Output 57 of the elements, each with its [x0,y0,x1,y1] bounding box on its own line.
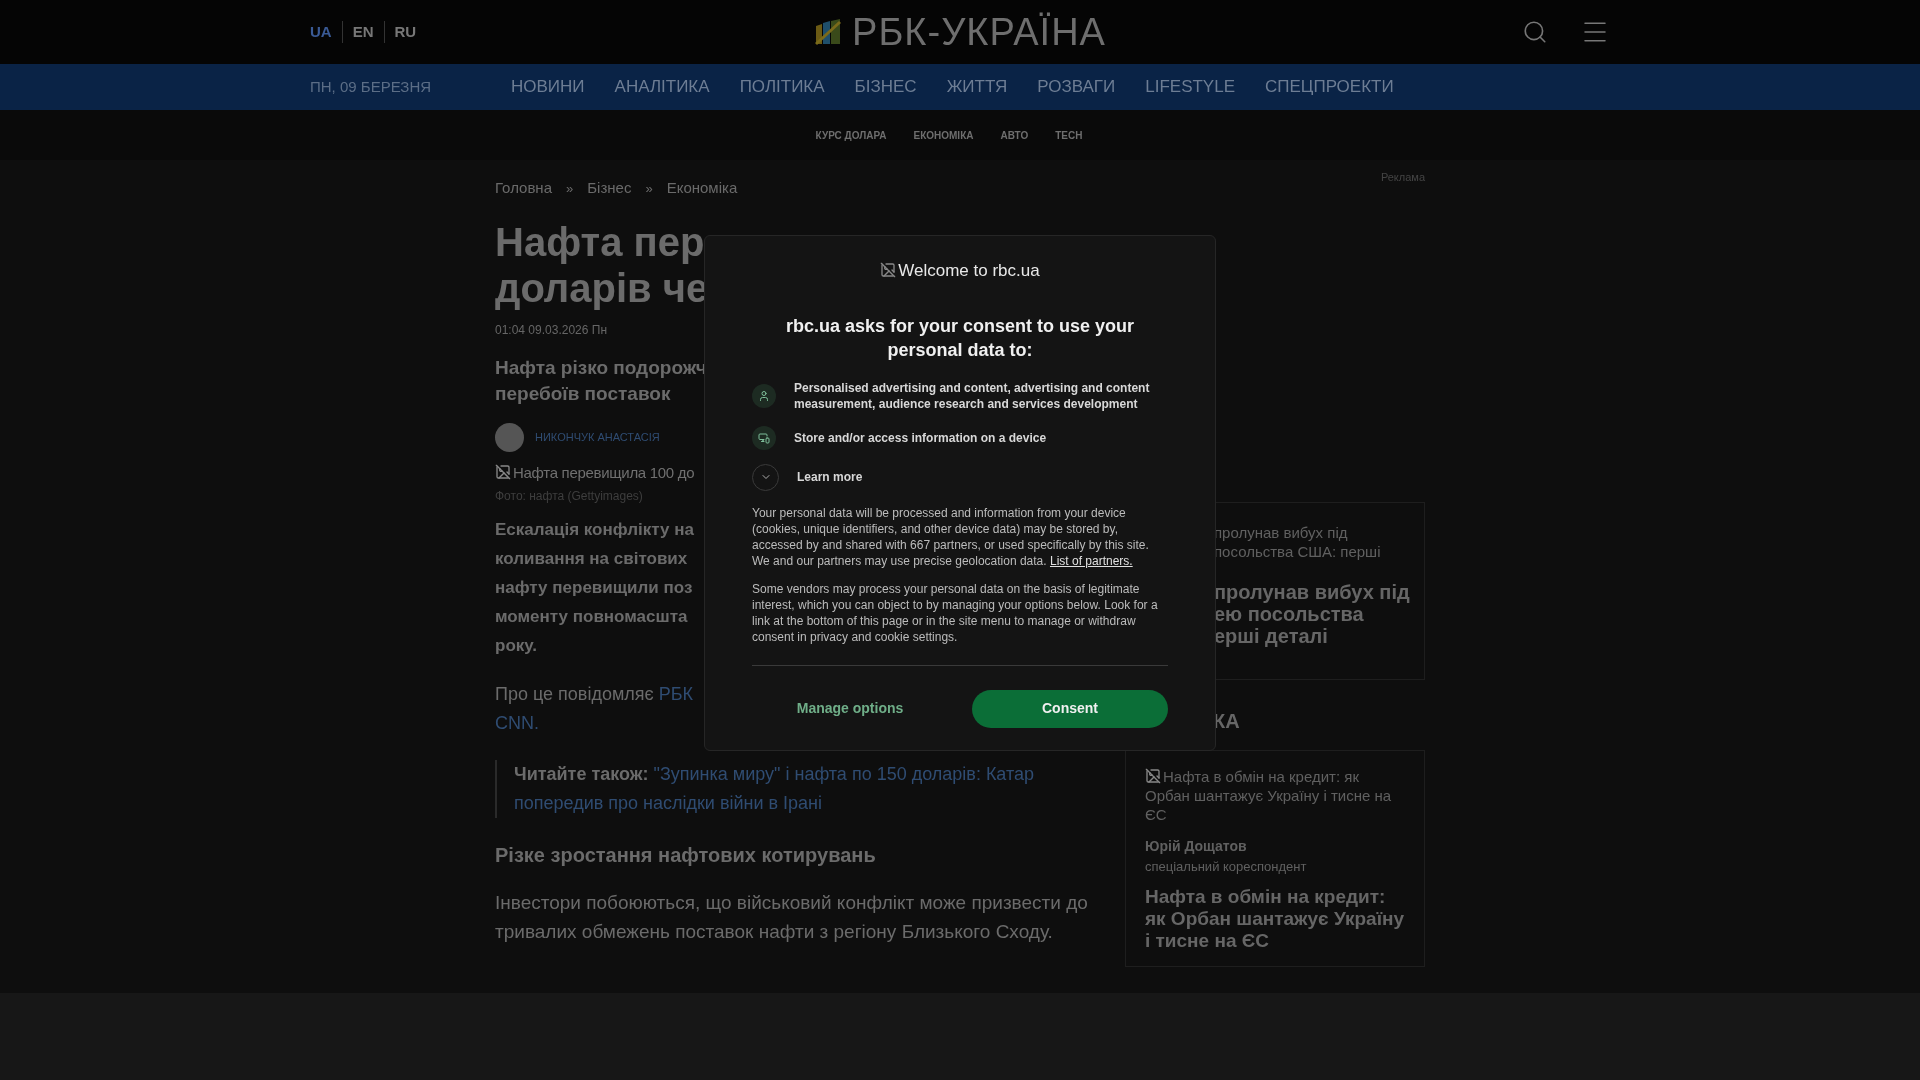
search-icon[interactable] [1522,19,1548,45]
lead-paragraph: Ескалація конфлікту на коливання на світових нафту перевищили поз моменту повномасшта року. [495,518,694,657]
image-alt-text: Нафта перевищила 100 до [495,462,695,485]
subnav-link[interactable]: КУРС ДОЛАРА [815,127,887,143]
purpose-text: Personalised advertising and content, advertising and content measurement, audience research and services development [794,379,1151,412]
source-link[interactable]: CNN. [495,708,539,738]
nav-link[interactable]: АНАЛІТИКА [614,74,710,100]
breadcrumb-separator: » [566,179,574,198]
breadcrumb-link[interactable]: Бізнес [587,177,632,200]
dialog-logo-alt: Welcome to rbc.ua [880,258,1040,284]
subnav-link[interactable]: АВТО [1000,127,1029,143]
subnav-link[interactable]: ЕКОНОМІКА [913,127,974,143]
subnav-link[interactable]: TECH [1055,127,1083,143]
breadcrumb-link[interactable]: Економіка [666,177,738,200]
card-title: пролунав вибух під ею посольства ерші деталі [1214,580,1410,647]
nav-link[interactable]: LIFESTYLE [1145,74,1235,100]
date-label: ПН, 09 БЕРЕЗНЯ [310,76,433,97]
broken-image-icon [880,262,897,278]
breadcrumb-link[interactable]: Головна [495,177,552,200]
site-logo[interactable]: РБК-УКРАЇНА [852,13,1106,51]
language-link[interactable]: UA [310,20,342,44]
article-subtitle: Нафта різко подорожч перебоїв поставок [495,356,707,406]
devices-icon [752,425,776,450]
consent-button[interactable]: Consent [972,689,1168,728]
card-title: Нафта в обмін на кредит: як Орбан шантажує Україну і тисне на ЄС [1145,886,1405,952]
news-card[interactable]: Нафта в обмін на кредит: як Орбан шантажує Україну і тисне на ЄС Юрій Дощатов спеціальний кореспондент Нафта в обмін на кредит: як Орбан шантажує Україну і тисне на ЄС [1125,749,1425,967]
read-also-link[interactable]: попередив про наслідки війни в Ірані [514,788,823,818]
broken-image-icon [495,464,511,480]
body-paragraph: Інвестори побоюються, що військовий конфлікт може призвести до тривалих обмежень поставок нафти з регіону Близького Сходу. [495,890,1089,944]
author-avatar [495,423,524,452]
source-link[interactable]: РБК [658,679,694,709]
nav-link[interactable]: СПЕЦПРОЕКТИ [1265,74,1394,100]
image-alt-text: пролунав вибух під посольства США: перші [1214,522,1381,561]
nav-link[interactable]: ЖИТТЯ [946,74,1008,100]
breadcrumb-separator: » [645,179,653,198]
manage-options-button[interactable]: Manage options [752,689,948,728]
dialog-heading: rbc.ua asks for your consent to use your personal data to: [784,314,1136,362]
author-link[interactable]: НИКОНЧУК АНАСТАСІЯ [535,429,660,446]
section-subheading: Різке зростання нафтових котирувань [495,842,876,868]
image-alt-text: Нафта в обмін на кредит: як Орбан шантажує Україну і тисне на ЄС [1145,766,1393,824]
author-role: спеціальний кореспондент [1145,857,1307,876]
source-text: Про це повідомляє [495,682,654,706]
nav-link[interactable]: ПОЛІТИКА [739,74,825,100]
read-also-label: Читайте також: [514,762,649,786]
language-link[interactable]: RU [383,20,427,44]
purpose-text: Store and/or access information on a device [794,429,1047,446]
nav-link[interactable]: БІЗНЕС [854,74,917,100]
learn-more-label[interactable]: Learn more [797,469,863,485]
broken-image-icon [1145,767,1161,784]
author-name: Юрій Дощатов [1145,836,1247,856]
nav-link[interactable]: РОЗВАГИ [1037,74,1116,100]
person-icon [752,383,776,408]
nav-link[interactable]: НОВИНИ [511,74,585,100]
language-link[interactable]: EN [341,20,384,44]
publish-date: 01:04 09.03.2026 Пн [495,322,607,339]
logo-flag-icon [814,18,843,46]
read-also-link[interactable]: "Зупинка миру" і нафта по 150 доларів: Катар [653,759,1035,789]
